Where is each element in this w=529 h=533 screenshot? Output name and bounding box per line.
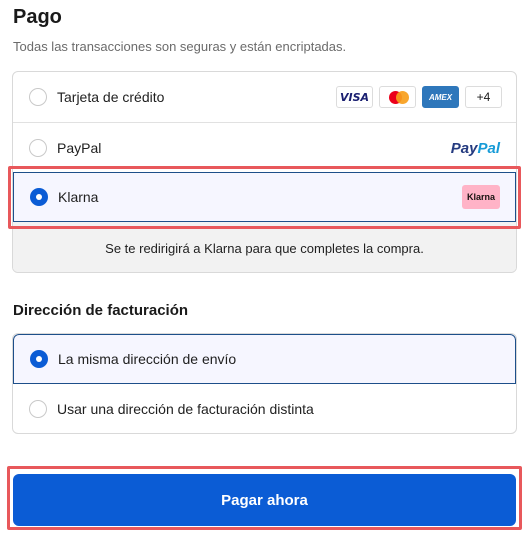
- paypal-label: PayPal: [57, 140, 102, 156]
- paypal-radio[interactable]: [29, 139, 47, 157]
- billing-options-group: La misma dirección de envío Usar una dir…: [12, 333, 517, 434]
- different-address-radio[interactable]: [29, 400, 47, 418]
- mastercard-icon: [379, 86, 416, 108]
- page-title: Pago: [13, 6, 62, 28]
- credit-card-radio[interactable]: [29, 88, 47, 106]
- more-cards-badge: +4: [465, 86, 502, 108]
- payment-methods-group: Tarjeta de crédito VISA AMEX +4 PayPal P…: [12, 71, 517, 273]
- different-address-label: Usar una dirección de facturación distin…: [57, 401, 314, 417]
- payment-option-credit-card[interactable]: Tarjeta de crédito VISA AMEX +4: [13, 72, 516, 122]
- redirect-note: Se te redirigirá a Klarna para que compl…: [13, 222, 516, 272]
- billing-option-different[interactable]: Usar una dirección de facturación distin…: [13, 384, 516, 433]
- pay-now-button[interactable]: Pagar ahora: [13, 474, 516, 526]
- klarna-logo-icon: Klarna: [462, 185, 500, 209]
- paypal-logo-icon: PayPal: [450, 139, 500, 157]
- credit-card-label: Tarjeta de crédito: [57, 89, 165, 105]
- amex-icon: AMEX: [422, 86, 459, 108]
- same-address-label: La misma dirección de envío: [58, 351, 237, 367]
- payment-option-klarna[interactable]: Klarna Klarna: [13, 172, 516, 222]
- card-logos: VISA AMEX +4: [336, 86, 502, 108]
- same-address-radio[interactable]: [30, 350, 48, 368]
- billing-title: Dirección de facturación: [13, 302, 189, 319]
- page-subtitle: Todas las transacciones son seguras y es…: [13, 39, 347, 54]
- visa-icon: VISA: [336, 86, 373, 108]
- payment-option-paypal[interactable]: PayPal PayPal: [13, 123, 516, 173]
- billing-option-same[interactable]: La misma dirección de envío: [13, 334, 516, 384]
- klarna-label: Klarna: [58, 189, 99, 205]
- klarna-radio[interactable]: [30, 188, 48, 206]
